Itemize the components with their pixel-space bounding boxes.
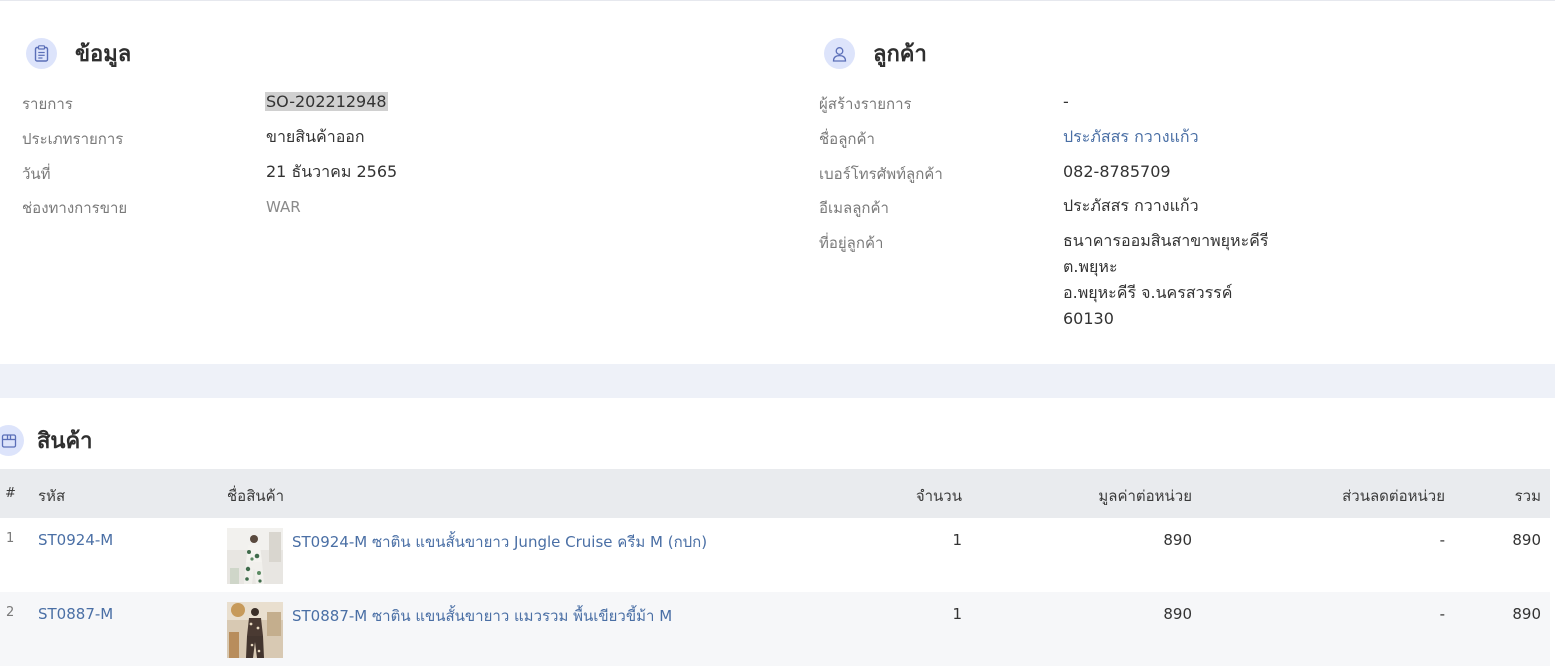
row-qty: 1	[952, 531, 962, 549]
sales-channel-label: ช่องทางการขาย	[22, 199, 128, 217]
sales-channel-value: WAR	[266, 198, 301, 216]
order-no-label: รายการ	[22, 95, 73, 113]
customer-address-value: ธนาคารออมสินสาขาพยุหะคีรี ต.พยุหะ อ.พยุห…	[1063, 228, 1268, 332]
row-index: 1	[6, 531, 15, 546]
customer-name-label: ชื่อลูกค้า	[819, 130, 875, 148]
col-total[interactable]: รวม	[1515, 484, 1541, 508]
date-value: 21 ธันวาคม 2565	[266, 162, 398, 181]
col-qty[interactable]: จำนวน	[916, 484, 962, 508]
col-index: #	[5, 486, 16, 501]
clipboard-icon	[26, 38, 57, 69]
customer-title: ลูกค้า	[873, 42, 927, 67]
customer-email-label: อีเมลลูกค้า	[819, 199, 889, 217]
products-card: สินค้า # รหัส ชื่อสินค้า จำนวน มูลค่าต่อ…	[0, 398, 1555, 669]
section-separator	[0, 364, 1555, 398]
address-line-1: ธนาคารออมสินสาขาพยุหะคีรี	[1063, 231, 1269, 250]
row-unit-discount: -	[1439, 605, 1445, 623]
user-icon	[824, 38, 855, 69]
address-line-3: อ.พยุหะคีรี จ.นครสวรรค์	[1063, 283, 1233, 302]
date-label: วันที่	[22, 165, 51, 183]
customer-name-link[interactable]: ประภัสสร กวางแก้ว	[1063, 124, 1199, 150]
product-code-link[interactable]: ST0887-M	[38, 605, 113, 623]
row-total: 890	[1512, 605, 1541, 623]
order-type-label: ประเภทรายการ	[22, 130, 124, 148]
address-line-2: ต.พยุหะ	[1063, 257, 1118, 276]
order-type-value: ขายสินค้าออก	[266, 127, 365, 146]
col-unit-discount[interactable]: ส่วนลดต่อหน่วย	[1342, 484, 1445, 508]
info-section-header: ข้อมูล	[26, 36, 131, 71]
products-table-header: # รหัส ชื่อสินค้า จำนวน มูลค่าต่อหน่วย ส…	[0, 469, 1550, 518]
row-index: 2	[6, 605, 15, 620]
products-section-header: สินค้า	[0, 423, 93, 458]
customer-section-header: ลูกค้า	[824, 36, 927, 71]
info-card: ข้อมูล รายการ SO-202212948 ประเภทรายการ …	[0, 1, 1555, 364]
creator-label: ผู้สร้างรายการ	[819, 95, 912, 113]
product-thumbnail[interactable]	[227, 528, 283, 584]
row-qty: 1	[952, 605, 962, 623]
customer-address-label: ที่อยู่ลูกค้า	[819, 234, 884, 252]
col-name[interactable]: ชื่อสินค้า	[227, 484, 284, 508]
customer-phone-label: เบอร์โทรศัพท์ลูกค้า	[819, 165, 943, 183]
col-unit-price[interactable]: มูลค่าต่อหน่วย	[1098, 484, 1192, 508]
customer-phone-value: 082-8785709	[1063, 162, 1171, 181]
product-name-link[interactable]: ST0887-M ซาติน แขนสั้นขายาว แมวรวม พื้นเ…	[292, 604, 672, 628]
row-unit-price: 890	[1163, 531, 1192, 549]
table-row: 2 ST0887-M ST0887-M ซาติน แขนสั้นขายาว แ…	[0, 592, 1550, 666]
product-code-link[interactable]: ST0924-M	[38, 531, 113, 549]
products-title: สินค้า	[37, 429, 93, 454]
info-title: ข้อมูล	[75, 42, 132, 67]
table-row: 1 ST0924-M ST0924-M ซาติน แขนสั้นขายาว J…	[0, 518, 1550, 592]
col-code[interactable]: รหัส	[38, 484, 65, 508]
product-thumbnail[interactable]	[227, 602, 283, 658]
creator-value: -	[1063, 92, 1069, 111]
order-no-value[interactable]: SO-202212948	[265, 89, 388, 115]
product-name-link[interactable]: ST0924-M ซาติน แขนสั้นขายาว Jungle Cruis…	[292, 530, 707, 554]
row-unit-price: 890	[1163, 605, 1192, 623]
row-total: 890	[1512, 531, 1541, 549]
row-unit-discount: -	[1439, 531, 1445, 549]
address-line-4: 60130	[1063, 309, 1114, 328]
customer-email-value: ประภัสสร กวางแก้ว	[1063, 196, 1199, 215]
box-icon	[0, 425, 24, 456]
